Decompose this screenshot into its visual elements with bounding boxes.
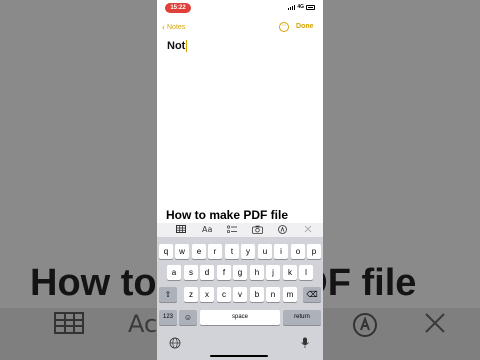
home-indicator <box>210 355 268 357</box>
key-n[interactable]: n <box>266 287 280 302</box>
back-button-label: Notes <box>167 24 186 31</box>
microphone-icon[interactable] <box>300 336 310 348</box>
return-key[interactable]: return <box>283 310 321 325</box>
background-right-panel <box>323 0 480 360</box>
done-button[interactable]: Done <box>296 23 314 30</box>
format-toolbar: Aa <box>157 223 323 237</box>
checklist-icon[interactable] <box>226 225 237 237</box>
key-q[interactable]: q <box>159 244 173 259</box>
key-x[interactable]: x <box>200 287 214 302</box>
background-format-text: Ac <box>128 310 158 338</box>
key-f[interactable]: f <box>217 265 231 280</box>
key-p[interactable]: p <box>307 244 321 259</box>
note-text: Not <box>167 40 186 52</box>
key-y[interactable]: y <box>241 244 255 259</box>
phone-screen: 15:22 4G ‹ Notes ··· Done Not How to mak… <box>157 0 323 360</box>
markup-icon[interactable] <box>278 225 287 237</box>
format-text-button[interactable]: Aa <box>202 225 212 235</box>
table-icon[interactable] <box>176 225 186 236</box>
key-z[interactable]: z <box>184 287 198 302</box>
key-j[interactable]: j <box>266 265 280 280</box>
key-v[interactable]: v <box>233 287 247 302</box>
network-label: 4G <box>297 4 304 10</box>
more-options-button[interactable]: ··· <box>279 22 289 32</box>
close-icon[interactable] <box>304 225 312 236</box>
space-key[interactable]: space <box>200 310 280 325</box>
key-c[interactable]: c <box>217 287 231 302</box>
key-i[interactable]: i <box>274 244 288 259</box>
key-u[interactable]: u <box>258 244 272 259</box>
status-time: 15:22 <box>165 3 191 13</box>
key-d[interactable]: d <box>200 265 214 280</box>
background-table-icon <box>54 312 84 340</box>
background-markup-icon <box>352 312 378 344</box>
key-e[interactable]: e <box>192 244 206 259</box>
nav-bar: ‹ Notes ··· Done <box>157 20 323 36</box>
status-bar: 15:22 4G <box>157 0 323 16</box>
video-caption: How to make PDF file <box>166 208 289 222</box>
key-b[interactable]: b <box>250 287 264 302</box>
key-r[interactable]: r <box>208 244 222 259</box>
note-editor[interactable]: Not <box>167 40 188 52</box>
camera-icon[interactable] <box>252 225 263 237</box>
numbers-key[interactable]: 123 <box>159 310 177 325</box>
key-k[interactable]: k <box>283 265 297 280</box>
signal-icon <box>288 4 296 10</box>
key-s[interactable]: s <box>184 265 198 280</box>
battery-icon <box>306 4 315 10</box>
key-g[interactable]: g <box>233 265 247 280</box>
globe-icon[interactable] <box>169 336 181 349</box>
key-w[interactable]: w <box>175 244 189 259</box>
key-h[interactable]: h <box>250 265 264 280</box>
delete-key[interactable]: ⌫ <box>303 287 321 302</box>
key-o[interactable]: o <box>291 244 305 259</box>
keyboard: q w e r t y u i o p a s d f g h j k l ⇧ … <box>157 237 323 360</box>
background-close-icon <box>424 312 446 340</box>
text-cursor <box>186 40 188 52</box>
key-a[interactable]: a <box>167 265 181 280</box>
emoji-key[interactable]: ☺ <box>179 310 197 325</box>
key-t[interactable]: t <box>225 244 239 259</box>
background-left-panel <box>0 0 157 360</box>
key-m[interactable]: m <box>283 287 297 302</box>
key-l[interactable]: l <box>299 265 313 280</box>
back-button[interactable]: ‹ Notes <box>162 23 185 32</box>
chevron-left-icon: ‹ <box>162 22 165 32</box>
shift-key[interactable]: ⇧ <box>159 287 177 302</box>
status-icons: 4G <box>288 4 315 10</box>
